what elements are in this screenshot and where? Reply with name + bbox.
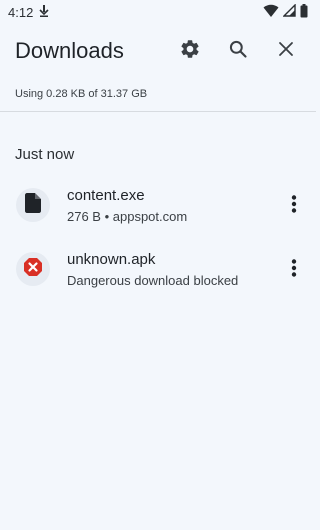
more-vert-icon [291, 194, 297, 218]
blocked-icon [23, 257, 43, 282]
file-icon [25, 192, 41, 218]
status-time: 4:12 [8, 4, 34, 20]
settings-button[interactable] [166, 29, 214, 73]
file-name: content.exe [67, 187, 145, 204]
download-item[interactable]: unknown.apk Dangerous download blocked [0, 242, 316, 302]
status-left: 4:12 [8, 4, 49, 20]
wifi-icon [263, 4, 279, 21]
app-header: Downloads [0, 28, 316, 74]
download-notification-icon [39, 4, 49, 20]
divider [0, 111, 316, 112]
search-button[interactable] [214, 29, 262, 73]
section-title: Just now [15, 146, 75, 163]
file-thumbnail [16, 188, 50, 222]
cell-signal-icon [282, 3, 296, 20]
header-actions [166, 29, 316, 73]
downloads-screen: 4:12 Downloads Using 0.28 KB of 31.37 GB… [0, 0, 316, 530]
download-item[interactable]: content.exe 276 B • appspot.com [0, 178, 316, 238]
file-meta: Dangerous download blocked [67, 273, 239, 288]
more-options-button[interactable] [282, 256, 306, 284]
search-icon [228, 39, 248, 64]
storage-usage-text: Using 0.28 KB of 31.37 GB [15, 88, 148, 100]
battery-icon [300, 3, 308, 21]
file-meta: 276 B • appspot.com [67, 209, 188, 224]
close-button[interactable] [262, 29, 310, 73]
gear-icon [179, 38, 201, 65]
more-vert-icon [291, 258, 297, 282]
file-thumbnail [16, 252, 50, 286]
close-icon [277, 40, 295, 63]
status-right [263, 3, 308, 21]
file-name: unknown.apk [67, 251, 156, 268]
status-bar: 4:12 [0, 0, 316, 24]
more-options-button[interactable] [282, 192, 306, 220]
page-title: Downloads [15, 38, 124, 63]
